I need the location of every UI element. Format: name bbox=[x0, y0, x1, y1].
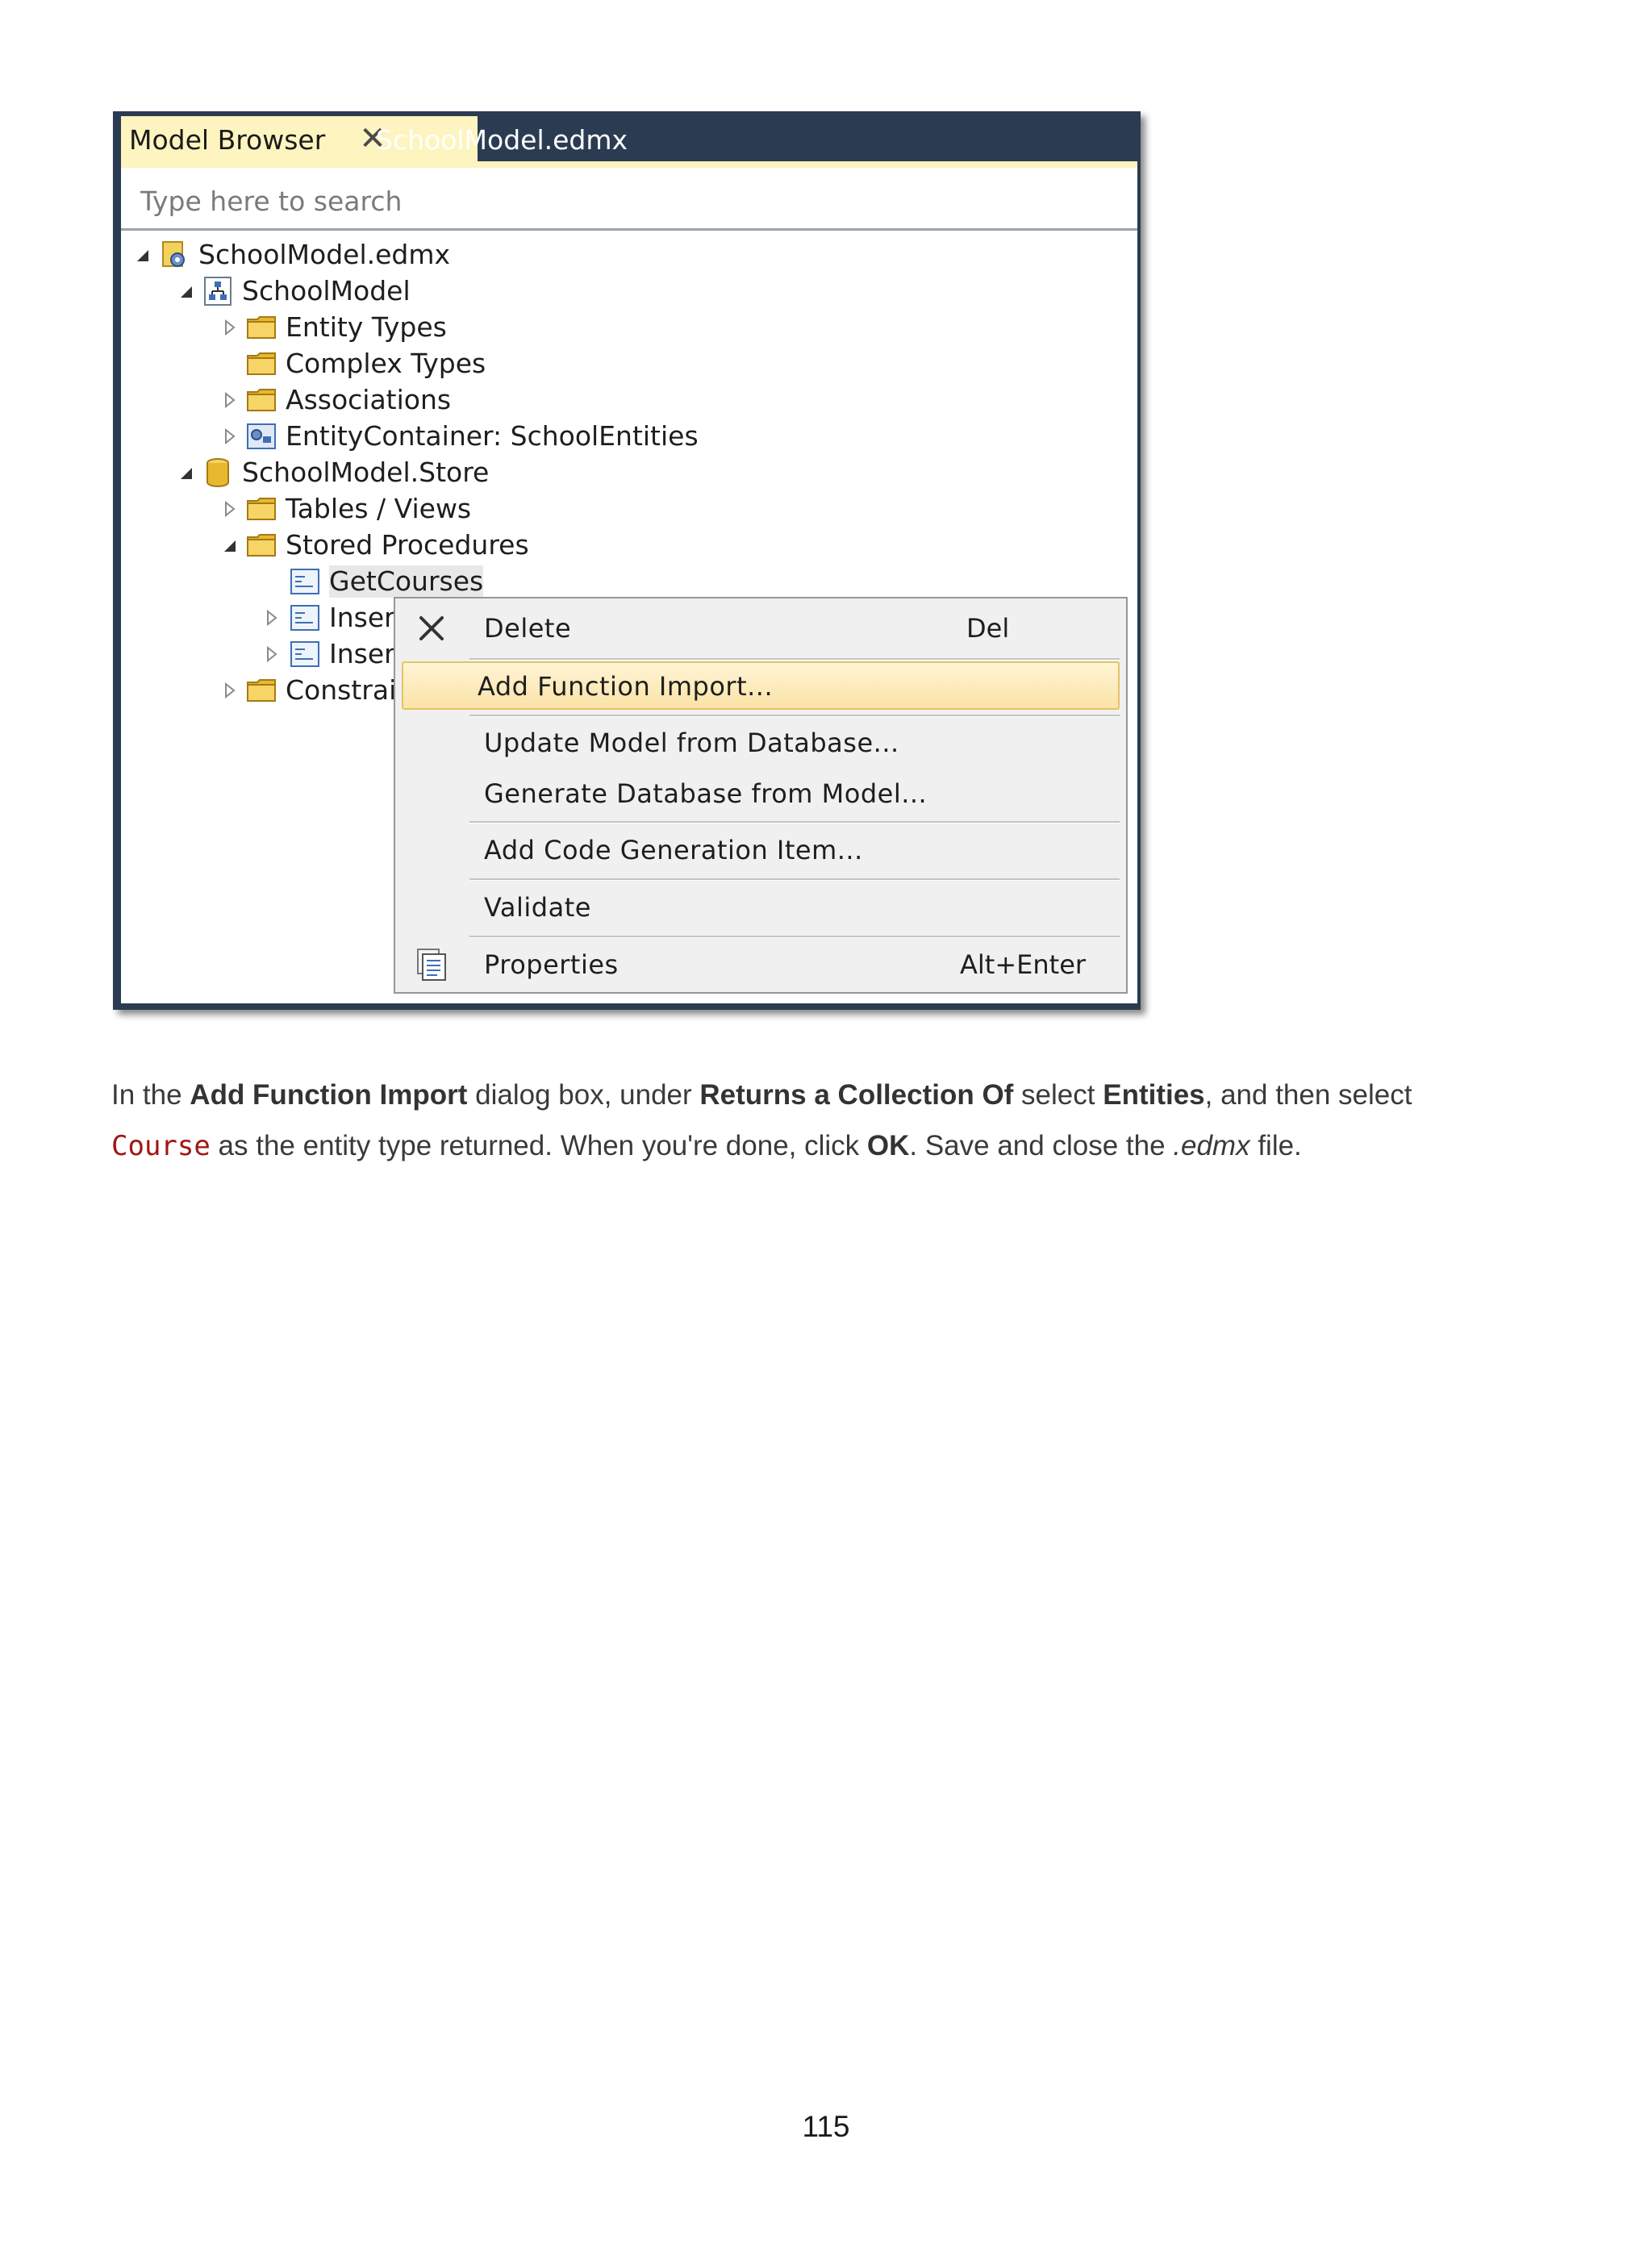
text-run: dialog box, under bbox=[467, 1079, 700, 1111]
edmx-file-icon bbox=[162, 241, 185, 267]
folder-icon bbox=[247, 498, 276, 520]
tab-label: Model Browser bbox=[129, 124, 326, 156]
bold-text: OK bbox=[866, 1130, 910, 1161]
collapsed-arrow-icon[interactable] bbox=[221, 425, 239, 448]
tree-item-label: Entity Types bbox=[286, 311, 447, 343]
folder-icon bbox=[247, 352, 276, 375]
stored-procedure-icon bbox=[290, 569, 319, 594]
expanded-arrow-icon[interactable] bbox=[221, 534, 239, 557]
menu-item-add-code-generation[interactable]: Add Code Generation Item... bbox=[402, 825, 1120, 874]
folder-icon bbox=[247, 389, 276, 411]
context-menu: Delete Del Add Function Import... Update… bbox=[394, 597, 1128, 994]
menu-item-properties[interactable]: Properties Alt+Enter bbox=[402, 940, 1120, 988]
menu-item-validate[interactable]: Validate bbox=[402, 882, 1120, 931]
tree-item-label: Associations bbox=[286, 384, 452, 415]
menu-item-label: Delete bbox=[484, 613, 572, 644]
collapsed-arrow-icon[interactable] bbox=[221, 498, 239, 520]
menu-item-label: Generate Database from Model... bbox=[484, 778, 928, 809]
tree-item-label: Inser bbox=[329, 638, 395, 669]
folder-icon bbox=[247, 316, 276, 339]
instruction-paragraph: In the Add Function Import dialog box, u… bbox=[111, 1070, 1563, 1172]
text-run: as the entity type returned. When you're… bbox=[210, 1130, 867, 1161]
stored-procedure-icon bbox=[290, 641, 319, 667]
menu-item-label: Validate bbox=[484, 892, 591, 923]
search-bar bbox=[121, 161, 1137, 231]
text-run: , and then select bbox=[1204, 1079, 1412, 1111]
tree-item-label: EntityContainer: SchoolEntities bbox=[286, 420, 699, 452]
tree-item-label: SchoolModel.Store bbox=[242, 457, 490, 488]
tree-item-label: GetCourses bbox=[329, 565, 484, 598]
stored-procedure-icon bbox=[290, 605, 319, 631]
text-run: . Save and close the bbox=[909, 1130, 1174, 1161]
menu-separator bbox=[469, 658, 1120, 661]
collapsed-arrow-icon[interactable] bbox=[221, 389, 239, 411]
model-icon bbox=[204, 277, 232, 306]
menu-separator bbox=[469, 878, 1120, 881]
tree-item-label: SchoolModel.edmx bbox=[198, 239, 451, 270]
menu-item-label: Update Model from Database... bbox=[484, 728, 899, 758]
collapsed-arrow-icon[interactable] bbox=[221, 316, 239, 339]
italic-text: .edmx bbox=[1173, 1130, 1250, 1161]
tab-schoolmodel-edmx[interactable]: SchoolModel.edmx bbox=[376, 124, 628, 156]
expanded-arrow-icon[interactable] bbox=[134, 244, 152, 266]
entity-container-icon bbox=[247, 423, 276, 449]
delete-x-icon bbox=[419, 616, 444, 640]
bold-text: Add Function Import bbox=[190, 1079, 468, 1111]
tree-item-label: Stored Procedures bbox=[286, 529, 529, 561]
collapsed-arrow-icon[interactable] bbox=[263, 643, 281, 665]
page-number: 115 bbox=[802, 2110, 850, 2143]
tree-item-label: Tables / Views bbox=[286, 493, 472, 524]
menu-separator bbox=[469, 715, 1120, 717]
tree-item-label: Constrai bbox=[286, 674, 397, 706]
search-input[interactable] bbox=[139, 181, 868, 221]
menu-item-delete[interactable]: Delete Del bbox=[402, 603, 1120, 652]
tree-item-label: Inser bbox=[329, 602, 395, 633]
collapsed-arrow-icon[interactable] bbox=[263, 607, 281, 629]
tree-item-label: Complex Types bbox=[286, 348, 486, 379]
folder-icon bbox=[247, 534, 276, 557]
expanded-arrow-icon[interactable] bbox=[177, 461, 195, 484]
expanded-arrow-icon[interactable] bbox=[177, 280, 195, 302]
menu-separator bbox=[469, 821, 1120, 824]
menu-item-generate-database[interactable]: Generate Database from Model... bbox=[402, 769, 1120, 817]
text-run: file. bbox=[1249, 1130, 1302, 1161]
menu-item-update-model[interactable]: Update Model from Database... bbox=[402, 718, 1120, 766]
menu-item-label: Add Code Generation Item... bbox=[484, 835, 863, 865]
menu-item-label: Properties bbox=[484, 949, 619, 980]
text-run: In the bbox=[111, 1079, 190, 1111]
tab-bar: Model Browser ✕ SchoolModel.edmx bbox=[113, 111, 1141, 161]
properties-icon bbox=[417, 949, 446, 981]
tree-item-label: SchoolModel bbox=[242, 275, 411, 306]
menu-item-shortcut: Alt+Enter bbox=[960, 949, 1087, 980]
inline-code: Course bbox=[111, 1130, 211, 1162]
menu-item-add-function-import[interactable]: Add Function Import... bbox=[402, 661, 1120, 710]
menu-item-label: Add Function Import... bbox=[478, 671, 774, 702]
folder-icon bbox=[247, 679, 276, 702]
menu-separator bbox=[469, 936, 1120, 938]
bold-text: Returns a Collection Of bbox=[699, 1079, 1014, 1111]
menu-item-shortcut: Del bbox=[966, 613, 1010, 644]
collapsed-arrow-icon[interactable] bbox=[221, 679, 239, 702]
database-icon bbox=[206, 458, 229, 487]
bold-text: Entities bbox=[1103, 1079, 1205, 1111]
text-run: select bbox=[1013, 1079, 1103, 1111]
